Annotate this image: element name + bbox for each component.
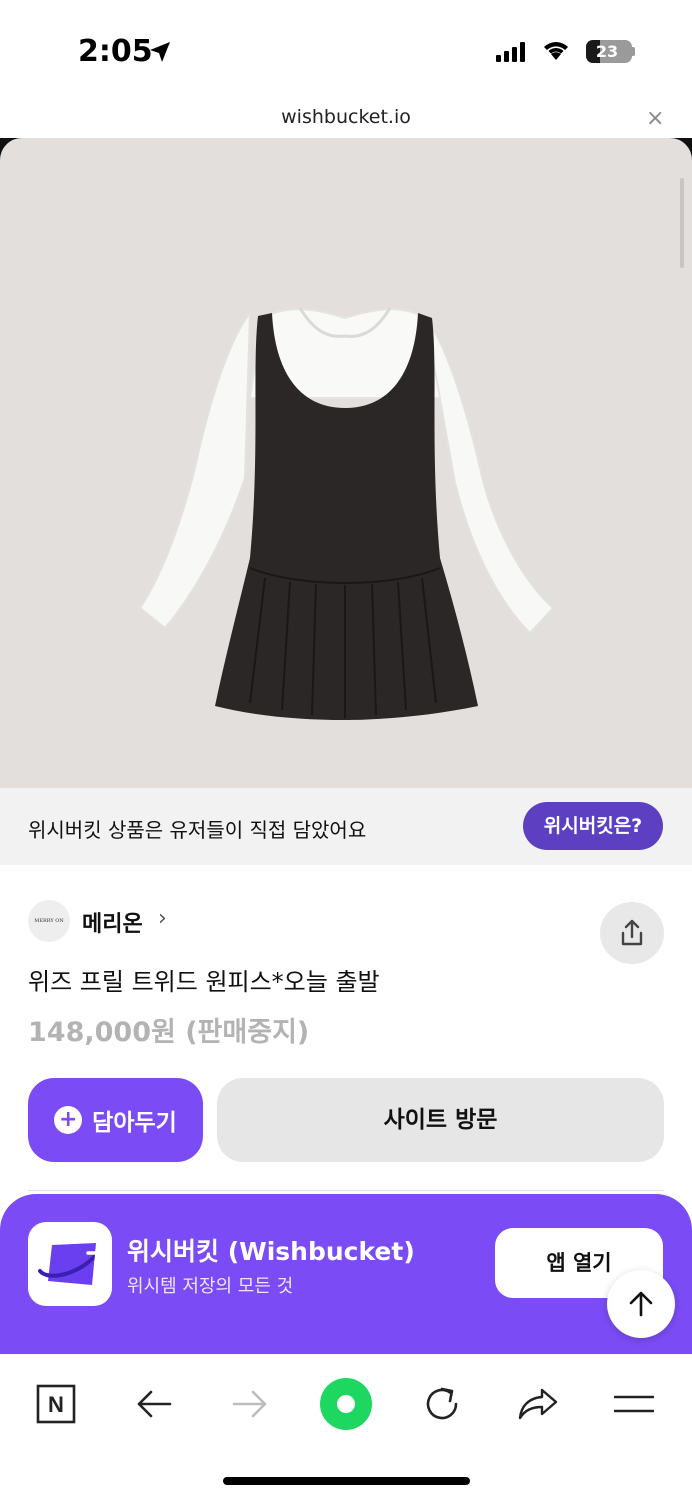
home-indicator[interactable] xyxy=(223,1477,470,1485)
share-page-button[interactable] xyxy=(508,1374,568,1434)
product-price: 148,000원 (판매중지) xyxy=(28,1017,310,1048)
dress-illustration xyxy=(138,307,555,720)
arrow-up-icon xyxy=(629,1291,653,1317)
svg-text:N: N xyxy=(48,1392,64,1417)
visit-site-button[interactable]: 사이트 방문 xyxy=(217,1078,664,1162)
divider xyxy=(28,1190,664,1191)
naver-home-button[interactable]: N xyxy=(26,1374,86,1434)
back-arrow-icon xyxy=(137,1390,172,1418)
url-text[interactable]: wishbucket.io xyxy=(0,106,692,128)
notice-text: 위시버킷 상품은 유저들이 직접 담았어요 xyxy=(28,818,367,842)
battery-icon: 23 xyxy=(586,40,632,63)
brand-logo[interactable]: MERRY ON xyxy=(28,900,70,942)
reload-button[interactable] xyxy=(412,1374,472,1434)
naver-icon: N xyxy=(36,1384,76,1424)
forward-arrow-icon xyxy=(232,1390,267,1418)
save-label: 담아두기 xyxy=(92,1110,177,1136)
wishbucket-app-icon xyxy=(28,1222,112,1306)
green-dot-button[interactable] xyxy=(316,1374,376,1434)
menu-icon xyxy=(614,1395,654,1413)
location-arrow-icon xyxy=(150,42,170,62)
status-time: 2:05 xyxy=(78,34,153,69)
battery-level: 23 xyxy=(595,42,619,61)
scrollbar[interactable] xyxy=(680,178,684,268)
reload-icon xyxy=(426,1387,458,1420)
share-button[interactable] xyxy=(600,902,664,964)
signal-icon xyxy=(496,42,525,62)
back-button[interactable] xyxy=(124,1374,184,1434)
scroll-to-top-button[interactable] xyxy=(607,1270,675,1338)
forward-button[interactable] xyxy=(220,1374,280,1434)
app-banner: 위시버킷 (Wishbucket) 위시템 저장의 모든 것 앱 열기 xyxy=(0,1194,692,1354)
product-image[interactable] xyxy=(0,138,692,788)
about-wishbucket-button[interactable]: 위시버킷은? xyxy=(523,802,663,850)
battery-cap xyxy=(632,47,635,56)
app-subtitle: 위시템 저장의 모든 것 xyxy=(127,1276,294,1297)
close-icon[interactable]: × xyxy=(646,106,664,131)
url-bar[interactable]: wishbucket.io × xyxy=(0,100,692,138)
notice-strip: 위시버킷 상품은 유저들이 직접 담았어요 위시버킷은? xyxy=(0,788,692,865)
share-arrow-icon xyxy=(518,1388,558,1420)
share-icon xyxy=(621,919,643,946)
wifi-icon xyxy=(544,42,568,60)
chevron-right-icon[interactable]: › xyxy=(158,906,167,931)
app-name: 위시버킷 (Wishbucket) xyxy=(127,1237,415,1266)
plus-icon: + xyxy=(54,1106,83,1134)
save-button[interactable]: + 담아두기 xyxy=(28,1078,203,1162)
product-title: 위즈 프릴 트위드 원피스*오늘 출발 xyxy=(28,968,380,996)
green-dot-icon xyxy=(320,1378,372,1430)
menu-button[interactable] xyxy=(604,1374,664,1434)
brand-name[interactable]: 메리온 xyxy=(82,906,143,938)
status-bar: 2:05 23 xyxy=(0,0,692,100)
